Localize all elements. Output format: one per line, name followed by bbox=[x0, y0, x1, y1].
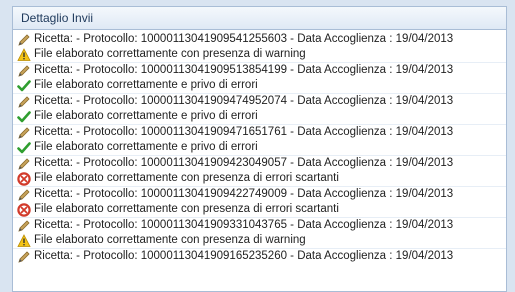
row-text: Ricetta: - Protocollo: 10000113041909541… bbox=[34, 33, 454, 45]
row-text: Ricetta: - Protocollo: 10000113041909165… bbox=[34, 250, 454, 262]
row-text: Ricetta: - Protocollo: 10000113041909423… bbox=[34, 157, 454, 169]
row-text: File elaborato correttamente e privo di … bbox=[34, 79, 258, 91]
row-text: File elaborato correttamente con presenz… bbox=[34, 172, 339, 184]
ricetta-row[interactable]: Ricetta: - Protocollo: 10000113041909165… bbox=[13, 249, 506, 264]
row-text: Ricetta: - Protocollo: 10000113041909513… bbox=[34, 64, 454, 76]
row-text: File elaborato correttamente e privo di … bbox=[34, 141, 258, 153]
row-text: File elaborato correttamente con presenz… bbox=[34, 203, 339, 215]
ricetta-row[interactable]: Ricetta: - Protocollo: 10000113041909423… bbox=[13, 156, 506, 171]
row-text: Ricetta: - Protocollo: 10000113041909422… bbox=[34, 188, 454, 200]
row-text: File elaborato correttamente con presenz… bbox=[34, 48, 306, 60]
pen-icon bbox=[17, 157, 31, 171]
esito-row[interactable]: File elaborato correttamente con presenz… bbox=[13, 233, 506, 249]
esito-row[interactable]: File elaborato correttamente con presenz… bbox=[13, 202, 506, 218]
error-icon bbox=[17, 202, 31, 217]
check-icon bbox=[17, 79, 31, 93]
row-text: Ricetta: - Protocollo: 10000113041909474… bbox=[34, 95, 454, 107]
pen-icon bbox=[17, 250, 31, 264]
row-text: File elaborato correttamente e privo di … bbox=[34, 110, 258, 122]
ricetta-row[interactable]: Ricetta: - Protocollo: 10000113041909541… bbox=[13, 32, 506, 47]
esito-row[interactable]: File elaborato correttamente e privo di … bbox=[13, 78, 506, 94]
ricetta-row[interactable]: Ricetta: - Protocollo: 10000113041909474… bbox=[13, 94, 506, 109]
ricetta-row[interactable]: Ricetta: - Protocollo: 10000113041909422… bbox=[13, 187, 506, 202]
row-text: Ricetta: - Protocollo: 10000113041909471… bbox=[34, 126, 454, 138]
check-icon bbox=[17, 110, 31, 124]
row-text: Ricetta: - Protocollo: 10000113041909331… bbox=[34, 219, 454, 231]
ricetta-row[interactable]: Ricetta: - Protocollo: 10000113041909331… bbox=[13, 218, 506, 233]
pen-icon bbox=[17, 219, 31, 233]
pen-icon bbox=[17, 64, 31, 78]
pen-icon bbox=[17, 95, 31, 109]
warning-icon bbox=[17, 233, 31, 248]
warning-icon bbox=[17, 47, 31, 62]
esito-row[interactable]: File elaborato correttamente con presenz… bbox=[13, 171, 506, 187]
panel-title: Dettaglio Invii bbox=[13, 7, 506, 30]
dettaglio-invii-panel: Dettaglio Invii Ricetta: - Protocollo: 1… bbox=[12, 6, 507, 292]
pen-icon bbox=[17, 126, 31, 140]
esito-row[interactable]: File elaborato correttamente e privo di … bbox=[13, 109, 506, 125]
ricetta-row[interactable]: Ricetta: - Protocollo: 10000113041909471… bbox=[13, 125, 506, 140]
check-icon bbox=[17, 141, 31, 155]
pen-icon bbox=[17, 33, 31, 47]
pen-icon bbox=[17, 188, 31, 202]
ricetta-row[interactable]: Ricetta: - Protocollo: 10000113041909513… bbox=[13, 63, 506, 78]
row-text: File elaborato correttamente con presenz… bbox=[34, 234, 306, 246]
esito-row[interactable]: File elaborato correttamente con presenz… bbox=[13, 47, 506, 63]
error-icon bbox=[17, 171, 31, 186]
invii-list: Ricetta: - Protocollo: 10000113041909541… bbox=[13, 30, 506, 264]
esito-row[interactable]: File elaborato correttamente e privo di … bbox=[13, 140, 506, 156]
